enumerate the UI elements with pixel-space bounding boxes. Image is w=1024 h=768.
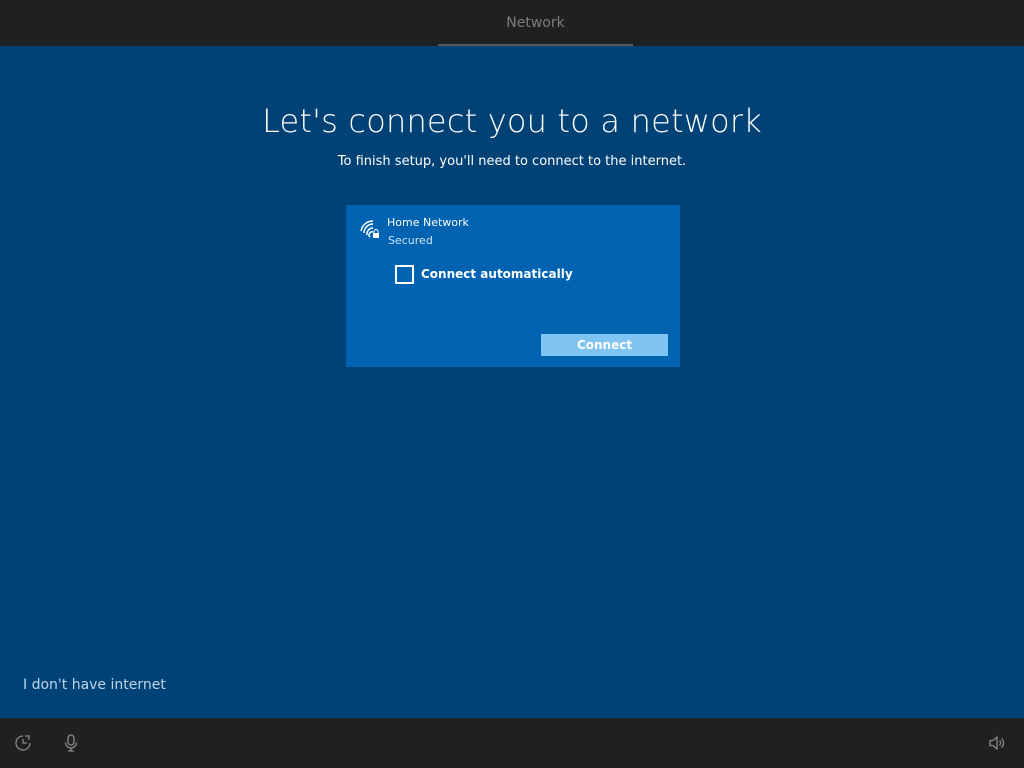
connect-automatically-label[interactable]: Connect automatically — [421, 267, 573, 281]
step-network: Network — [438, 0, 633, 46]
network-status: Secured — [388, 234, 433, 247]
oobe-window: Network Let's connect you to a network T… — [0, 0, 1024, 768]
wifi-secured-icon — [360, 220, 379, 238]
network-name: Home Network — [387, 216, 469, 229]
volume-icon[interactable] — [988, 734, 1006, 752]
connect-automatically-checkbox[interactable] — [395, 265, 414, 284]
bottom-bar — [0, 718, 1024, 768]
main-content: Let's connect you to a network To finish… — [0, 46, 1024, 718]
page-subtitle: To finish setup, you'll need to connect … — [337, 154, 687, 169]
microphone-icon[interactable] — [62, 734, 80, 752]
no-internet-link[interactable]: I don't have internet — [23, 677, 166, 693]
page-title: Let's connect you to a network — [262, 102, 762, 140]
connect-button[interactable]: Connect — [541, 334, 668, 356]
network-card[interactable]: Home Network Secured Connect automatical… — [346, 205, 680, 367]
ease-of-access-icon[interactable] — [14, 734, 32, 752]
top-bar: Network — [0, 0, 1024, 46]
